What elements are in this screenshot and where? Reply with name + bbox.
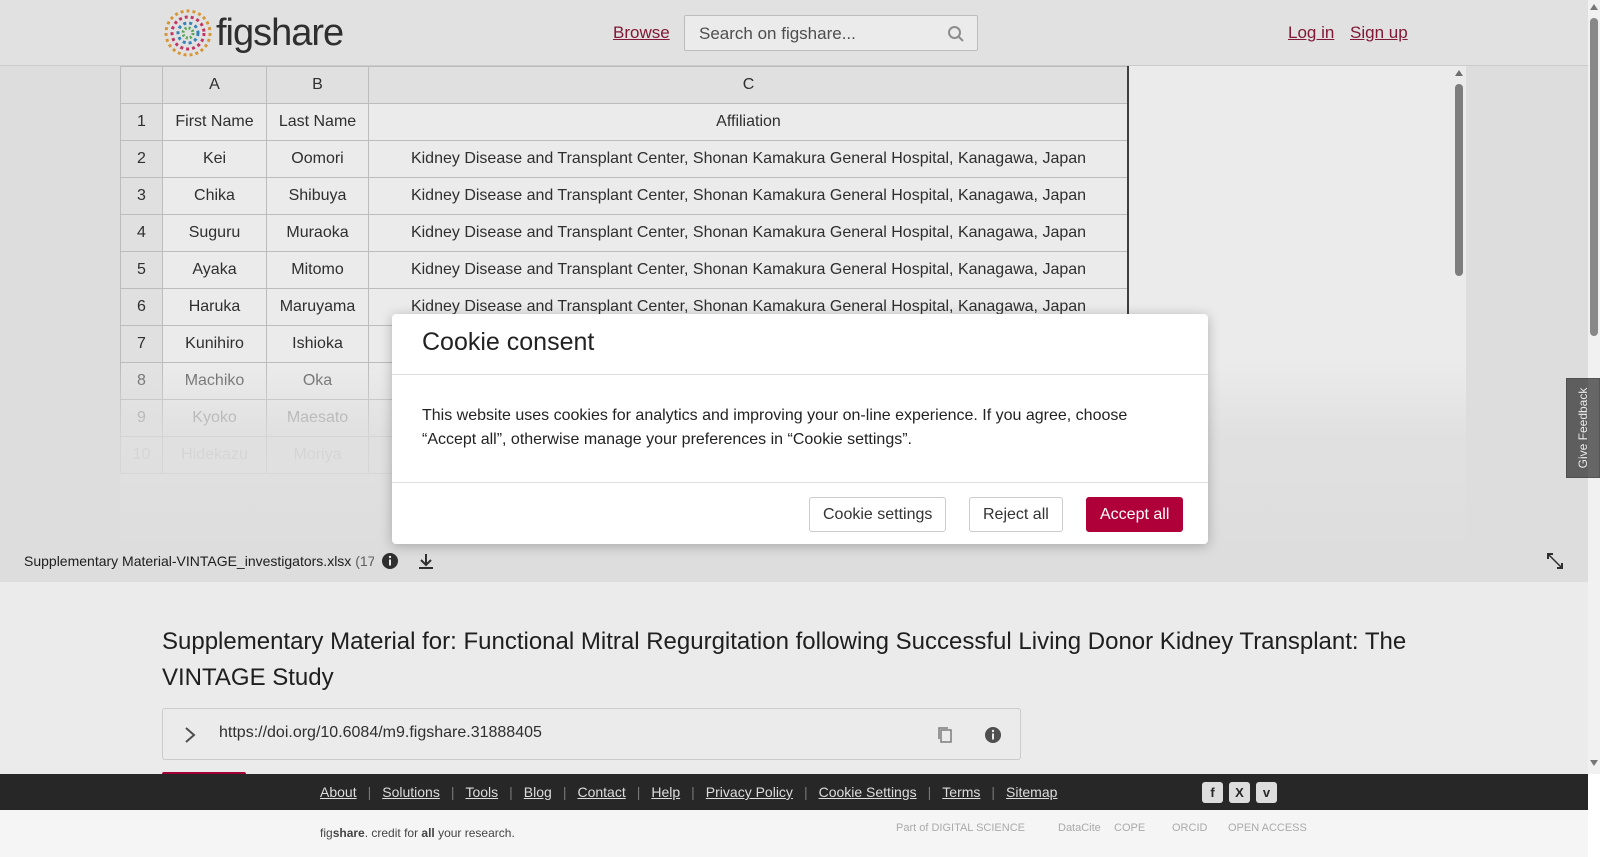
footer-link-cookie-settings[interactable]: Cookie Settings <box>819 784 917 800</box>
footer-link-terms[interactable]: Terms <box>942 784 980 800</box>
divider <box>392 374 1208 375</box>
footer-separator: | <box>803 784 808 800</box>
footer-separator: | <box>562 784 567 800</box>
footer-separator: | <box>691 784 695 800</box>
footer-link-privacy-policy[interactable]: Privacy Policy <box>706 784 793 800</box>
tagline-share: share <box>332 826 365 840</box>
footer-link-solutions[interactable]: Solutions <box>382 784 440 800</box>
footer-separator: | <box>636 784 641 800</box>
footer-links-bar: About | Solutions | Tools | Blog | Contact | Help |… <box>0 774 1588 810</box>
footer-separator: | <box>927 784 932 800</box>
footer-link-about[interactable]: About <box>320 784 357 800</box>
reject-all-button[interactable]: Reject all <box>969 497 1063 532</box>
footer-separator: | <box>450 784 455 800</box>
footer-link-blog[interactable]: Blog <box>524 784 552 800</box>
accept-all-button[interactable]: Accept all <box>1086 497 1184 532</box>
tagline-fig: fig <box>320 826 333 840</box>
orcid-logo[interactable]: ORCID <box>1172 822 1207 834</box>
footer-link-tools[interactable]: Tools <box>465 784 498 800</box>
footer-separator: | <box>509 784 513 800</box>
divider <box>392 482 1208 483</box>
footer-link-help[interactable]: Help <box>651 784 680 800</box>
page-scrollbar-thumb[interactable] <box>1590 18 1598 336</box>
footer-link-sitemap[interactable]: Sitemap <box>1006 784 1057 800</box>
cookie-dialog-title: Cookie consent <box>422 328 595 356</box>
footer-bottom: figshare. credit for all your research. … <box>0 810 1588 857</box>
facebook-icon[interactable]: f <box>1202 782 1223 803</box>
cookie-settings-button[interactable]: Cookie settings <box>809 497 947 532</box>
datacite-logo[interactable]: DataCite <box>1058 822 1101 834</box>
digital-science-logo[interactable]: Part of DIGITAL SCIENCE <box>896 822 1025 834</box>
tagline-mid: . credit for <box>364 826 422 840</box>
cope-logo[interactable]: COPE <box>1114 822 1145 834</box>
tagline-all: all <box>421 826 435 840</box>
page-scroll-up-icon[interactable] <box>1590 4 1598 10</box>
x-icon[interactable]: X <box>1229 782 1250 803</box>
cookie-consent-dialog: Cookie consent This website uses cookies… <box>392 314 1208 544</box>
vimeo-icon[interactable]: v <box>1256 782 1277 803</box>
cookie-dialog-body: This website uses cookies for analytics … <box>422 407 1128 448</box>
open-access-logo[interactable]: OPEN ACCESS <box>1228 822 1307 834</box>
page-scroll-down-icon[interactable] <box>1590 760 1598 766</box>
footer-link-contact[interactable]: Contact <box>577 784 625 800</box>
footer-separator: | <box>991 784 996 800</box>
footer-links: About | Solutions | Tools | Blog | Contact | Help |… <box>320 784 1057 800</box>
footer-tagline: figshare. credit for all your research. <box>320 826 515 840</box>
tagline-post: your research. <box>434 826 515 840</box>
footer-separator: | <box>367 784 372 800</box>
